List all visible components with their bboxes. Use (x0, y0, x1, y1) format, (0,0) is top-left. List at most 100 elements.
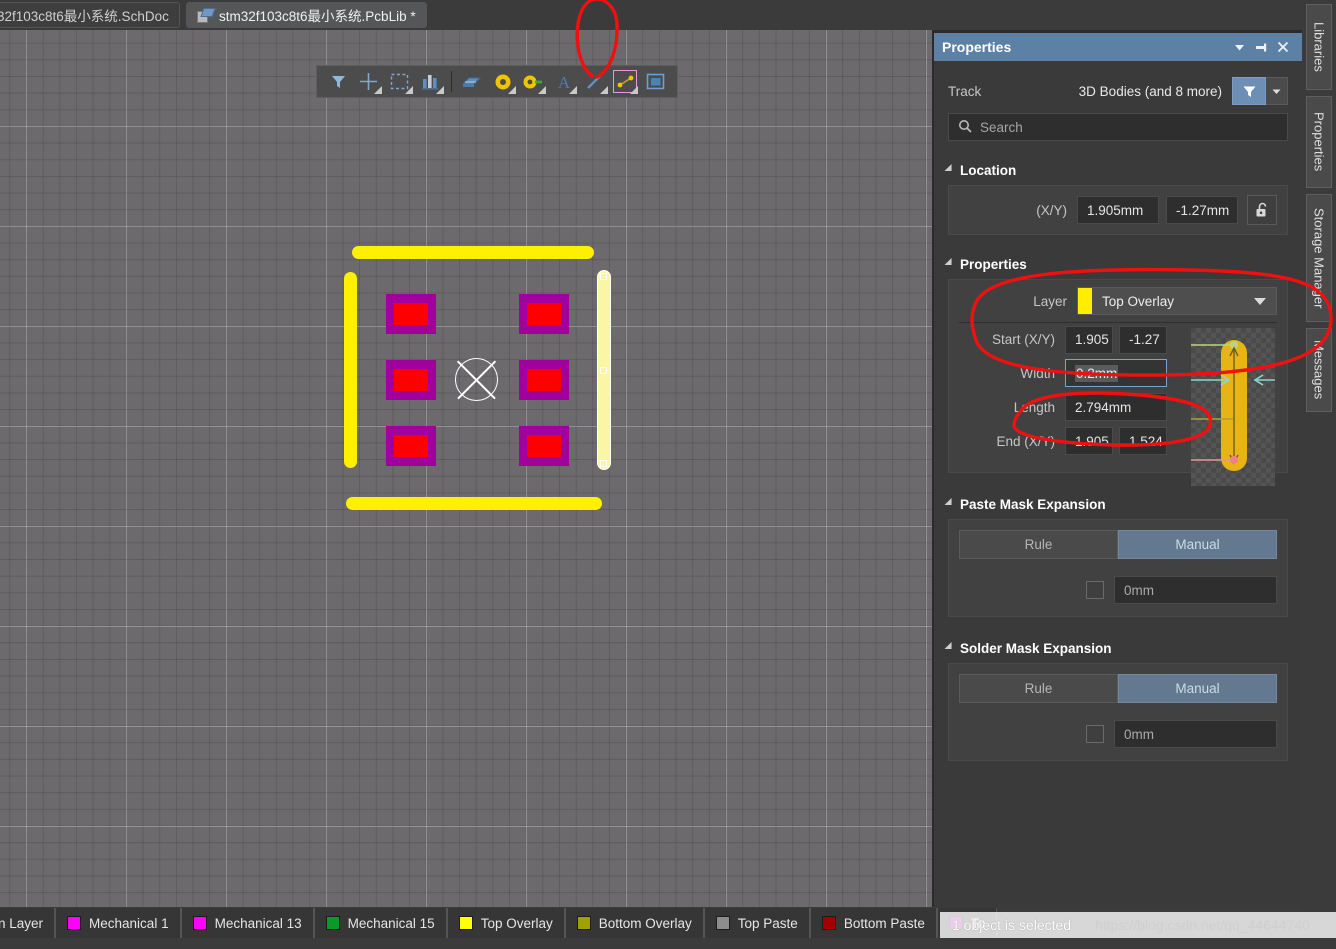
location-xy-label: (X/Y) (1036, 202, 1067, 218)
document-tab-label: stm32f103c8t6最小系统.PcbLib * (219, 9, 416, 24)
solder-mask-manual-button[interactable]: Manual (1118, 674, 1277, 703)
pin-icon[interactable] (1250, 36, 1272, 58)
status-bar (0, 939, 1336, 949)
layer-tab-top-paste[interactable]: Top Paste (703, 908, 810, 938)
layer-tab-label: Mechanical 13 (214, 915, 302, 931)
object-filter-dropdown-button[interactable] (1266, 77, 1288, 105)
layer-select[interactable]: Top Overlay (1077, 287, 1277, 315)
end-label: End (X/Y) (996, 433, 1055, 449)
origin-marker-icon (455, 358, 498, 401)
collapse-triangle-icon (944, 641, 956, 653)
width-field[interactable]: 0.2mm (1065, 359, 1167, 387)
paste-mask-value-field[interactable]: 0mm (1114, 576, 1277, 604)
dashed-rect-icon[interactable] (385, 68, 414, 95)
dock-tab-label: Storage Manager (1311, 207, 1327, 309)
layer-tab-mechanical-1[interactable]: Mechanical 1 (55, 908, 181, 938)
layer-tab-mechanical-15[interactable]: Mechanical 15 (313, 908, 447, 938)
pad-2[interactable] (519, 294, 569, 334)
selection-status-text: 1 object is selected (952, 917, 1072, 933)
dock-tab-storage-manager[interactable]: Storage Manager (1306, 194, 1332, 322)
paste-mask-rule-button[interactable]: Rule (959, 530, 1118, 559)
layer-tab-label: Mechanical 15 (347, 915, 435, 931)
silk-line-left[interactable] (344, 272, 357, 468)
layer-tab-label: n Layer (0, 915, 44, 931)
board-cutout-icon[interactable] (641, 68, 670, 95)
dimension-icon[interactable] (611, 68, 640, 95)
solder-mask-checkbox[interactable] (1086, 725, 1104, 743)
search-input[interactable] (980, 119, 1278, 135)
selection-handle-start[interactable] (600, 273, 607, 280)
chevron-down-icon[interactable] (1228, 36, 1250, 58)
layer-tab-top-overlay[interactable]: Top Overlay (446, 908, 565, 938)
text-icon[interactable]: A (549, 68, 578, 95)
solder-mask-value-row: 0mm (959, 720, 1277, 748)
pad-3[interactable] (386, 360, 436, 400)
start-x-field[interactable]: 1.905 (1065, 325, 1113, 354)
filter-icon[interactable] (324, 68, 353, 95)
search-box[interactable] (948, 113, 1288, 141)
pad-4[interactable] (519, 360, 569, 400)
section-header-properties[interactable]: Properties (934, 249, 1302, 279)
layer-color-swatch (67, 916, 82, 930)
layer-row: Layer Top Overlay (949, 280, 1287, 322)
layer-tab-label: Top Paste (737, 915, 798, 931)
layer-tab-bottom-layer[interactable]: n Layer (0, 908, 56, 938)
pcb-canvas[interactable]: A (0, 30, 932, 907)
section-header-solder-mask[interactable]: Solder Mask Expansion (934, 633, 1302, 663)
collapse-triangle-icon (944, 497, 956, 509)
crosshair-icon[interactable] (355, 68, 384, 95)
start-y-field[interactable]: -1.27 (1119, 325, 1167, 354)
solder-mask-box: Rule Manual 0mm (948, 663, 1288, 761)
via-icon[interactable] (488, 68, 517, 95)
pad-1[interactable] (386, 294, 436, 334)
pcblib-icon (197, 8, 213, 23)
dock-tab-messages[interactable]: Messages (1306, 328, 1332, 412)
location-y-field[interactable]: -1.27mm (1166, 196, 1238, 224)
location-box: (X/Y) 1.905mm -1.27mm (948, 185, 1288, 235)
section-header-paste-mask[interactable]: Paste Mask Expansion (934, 489, 1302, 519)
properties-panel: Properties Track 3D Bodies (and 8 more) (934, 33, 1302, 913)
layer-tab-label: Top Overlay (480, 915, 553, 931)
collapse-triangle-icon (944, 257, 956, 269)
dock-tab-label: Messages (1311, 340, 1327, 400)
track-preview (1191, 328, 1275, 486)
paste-mask-manual-button[interactable]: Manual (1118, 530, 1277, 559)
solder-mask-rule-button[interactable]: Rule (959, 674, 1118, 703)
width-field-value: 0.2mm (1075, 364, 1119, 382)
layer-color-swatch (325, 916, 340, 930)
pcb-floating-toolbar: A (316, 65, 678, 98)
selection-handle-mid[interactable] (600, 367, 607, 374)
search-icon (958, 119, 972, 136)
layer-tab-bottom-overlay[interactable]: Bottom Overlay (564, 908, 704, 938)
selection-handle-end[interactable] (600, 460, 607, 467)
silk-line-bottom[interactable] (346, 497, 602, 510)
close-icon[interactable] (1272, 36, 1294, 58)
location-x-field[interactable]: 1.905mm (1077, 196, 1159, 224)
section-header-location[interactable]: Location (934, 155, 1302, 185)
object-filter-button[interactable] (1232, 77, 1266, 105)
dock-tab-libraries[interactable]: Libraries (1306, 4, 1332, 90)
silk-line-top[interactable] (352, 246, 594, 259)
watermark-url: https://blog.csdn.net/qq_44644740 (1095, 917, 1310, 933)
document-tab-label: 32f103c8t6最小系统.SchDoc (0, 9, 169, 24)
pad-icon[interactable] (519, 68, 548, 95)
bar-chart-icon[interactable] (416, 68, 445, 95)
document-tab-schdoc[interactable]: 32f103c8t6最小系统.SchDoc (0, 2, 180, 28)
length-field[interactable]: 2.794mm (1065, 393, 1167, 421)
end-x-field[interactable]: 1.905 (1065, 427, 1113, 455)
end-y-field[interactable]: 1.524 (1119, 427, 1167, 455)
dock-tab-properties[interactable]: Properties (1306, 96, 1332, 188)
paste-mask-checkbox[interactable] (1086, 581, 1104, 599)
unlock-icon[interactable] (1247, 195, 1277, 225)
layer-tab-mechanical-13[interactable]: Mechanical 13 (180, 908, 314, 938)
document-tab-pcblib[interactable]: stm32f103c8t6最小系统.PcbLib * (186, 2, 427, 28)
layer-tab-bottom-paste[interactable]: Bottom Paste (809, 908, 937, 938)
solder-mask-value-field[interactable]: 0mm (1114, 720, 1277, 748)
line-icon[interactable] (580, 68, 609, 95)
pad-6[interactable] (519, 426, 569, 466)
pad-5[interactable] (386, 426, 436, 466)
component-icon[interactable] (458, 68, 487, 95)
dock-tab-label: Properties (1311, 112, 1327, 172)
layer-color-swatch (192, 916, 207, 930)
properties-panel-header: Properties (934, 33, 1302, 61)
